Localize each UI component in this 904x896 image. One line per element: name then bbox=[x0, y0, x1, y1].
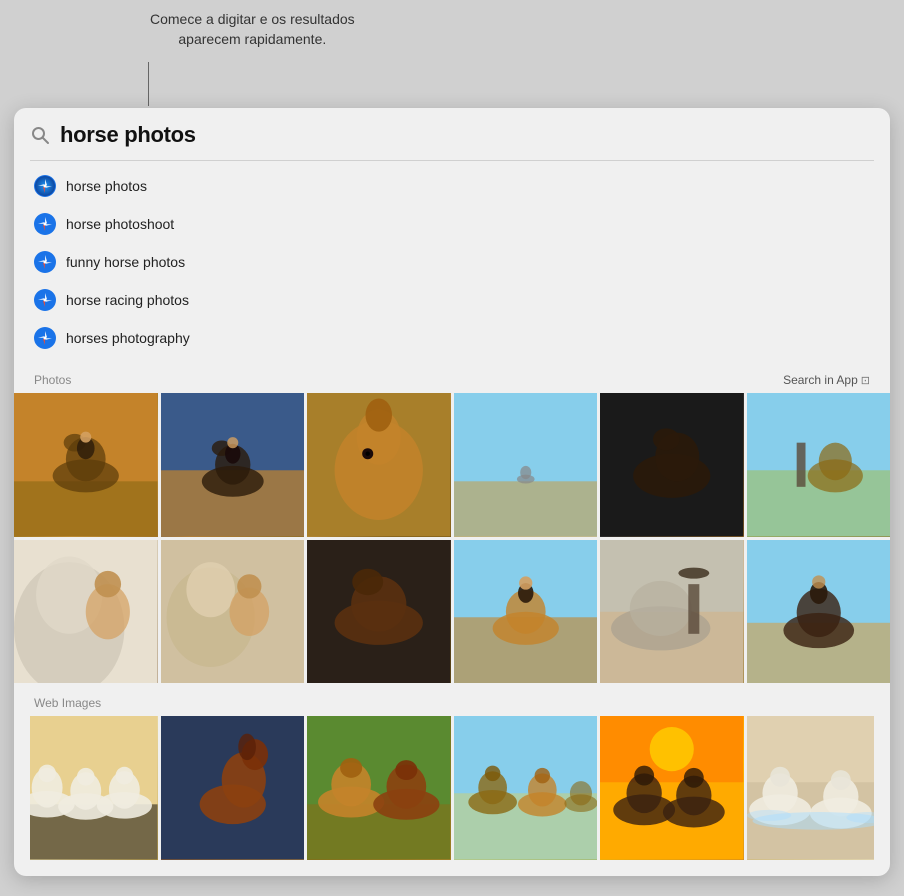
web-images-header: Web Images bbox=[30, 686, 874, 716]
compass-icon bbox=[34, 327, 56, 349]
search-in-app-button[interactable]: Search in App ⊡ bbox=[783, 373, 870, 387]
search-icon bbox=[30, 125, 50, 145]
compass-icon bbox=[34, 251, 56, 273]
photo-cell[interactable] bbox=[14, 540, 158, 684]
photo-cell[interactable] bbox=[454, 393, 598, 537]
web-image-cell[interactable] bbox=[30, 716, 158, 860]
web-image-cell[interactable] bbox=[307, 716, 451, 860]
suggestion-item[interactable]: funny horse photos bbox=[30, 243, 874, 281]
search-panel: horse photos horse photos bbox=[14, 108, 890, 876]
web-image-cell[interactable] bbox=[600, 716, 744, 860]
photo-cell[interactable] bbox=[14, 393, 158, 537]
web-image-cell[interactable] bbox=[454, 716, 598, 860]
tooltip-line bbox=[148, 62, 149, 106]
compass-icon bbox=[34, 175, 56, 197]
suggestions-list: horse photos horse photoshoot bbox=[30, 161, 874, 363]
web-images-section: Web Images bbox=[30, 686, 874, 876]
suggestion-text: horse racing photos bbox=[66, 292, 189, 308]
suggestion-text: funny horse photos bbox=[66, 254, 185, 270]
suggestion-item[interactable]: horse photoshoot bbox=[30, 205, 874, 243]
search-bar: horse photos bbox=[30, 122, 874, 161]
compass-icon bbox=[34, 213, 56, 235]
photos-label: Photos bbox=[34, 373, 71, 387]
photo-cell[interactable] bbox=[600, 540, 744, 684]
suggestion-item[interactable]: horses photography bbox=[30, 319, 874, 357]
web-images-label: Web Images bbox=[34, 696, 101, 710]
photo-cell[interactable] bbox=[747, 540, 891, 684]
photo-cell[interactable] bbox=[307, 393, 451, 537]
photo-cell[interactable] bbox=[454, 540, 598, 684]
suggestion-item-horse-racing[interactable]: horse racing photos bbox=[30, 281, 874, 319]
compass-icon bbox=[34, 289, 56, 311]
search-query[interactable]: horse photos bbox=[60, 122, 196, 148]
suggestion-text: horse photoshoot bbox=[66, 216, 174, 232]
web-image-cell[interactable] bbox=[161, 716, 305, 860]
tooltip-text: Comece a digitar e os resultados aparece… bbox=[150, 10, 355, 49]
suggestion-text: horse photos bbox=[66, 178, 147, 194]
photo-cell[interactable] bbox=[747, 393, 891, 537]
photo-cell[interactable] bbox=[161, 393, 305, 537]
arrow-icon: ⊡ bbox=[861, 374, 870, 387]
photo-cell[interactable] bbox=[161, 540, 305, 684]
photos-grid bbox=[14, 393, 890, 686]
photo-cell[interactable] bbox=[307, 540, 451, 684]
suggestion-item[interactable]: horse photos bbox=[30, 167, 874, 205]
suggestion-text: horses photography bbox=[66, 330, 190, 346]
web-image-cell[interactable] bbox=[747, 716, 875, 860]
photos-section-header: Photos Search in App ⊡ bbox=[30, 363, 874, 393]
web-images-grid bbox=[30, 716, 874, 860]
photo-cell[interactable] bbox=[600, 393, 744, 537]
